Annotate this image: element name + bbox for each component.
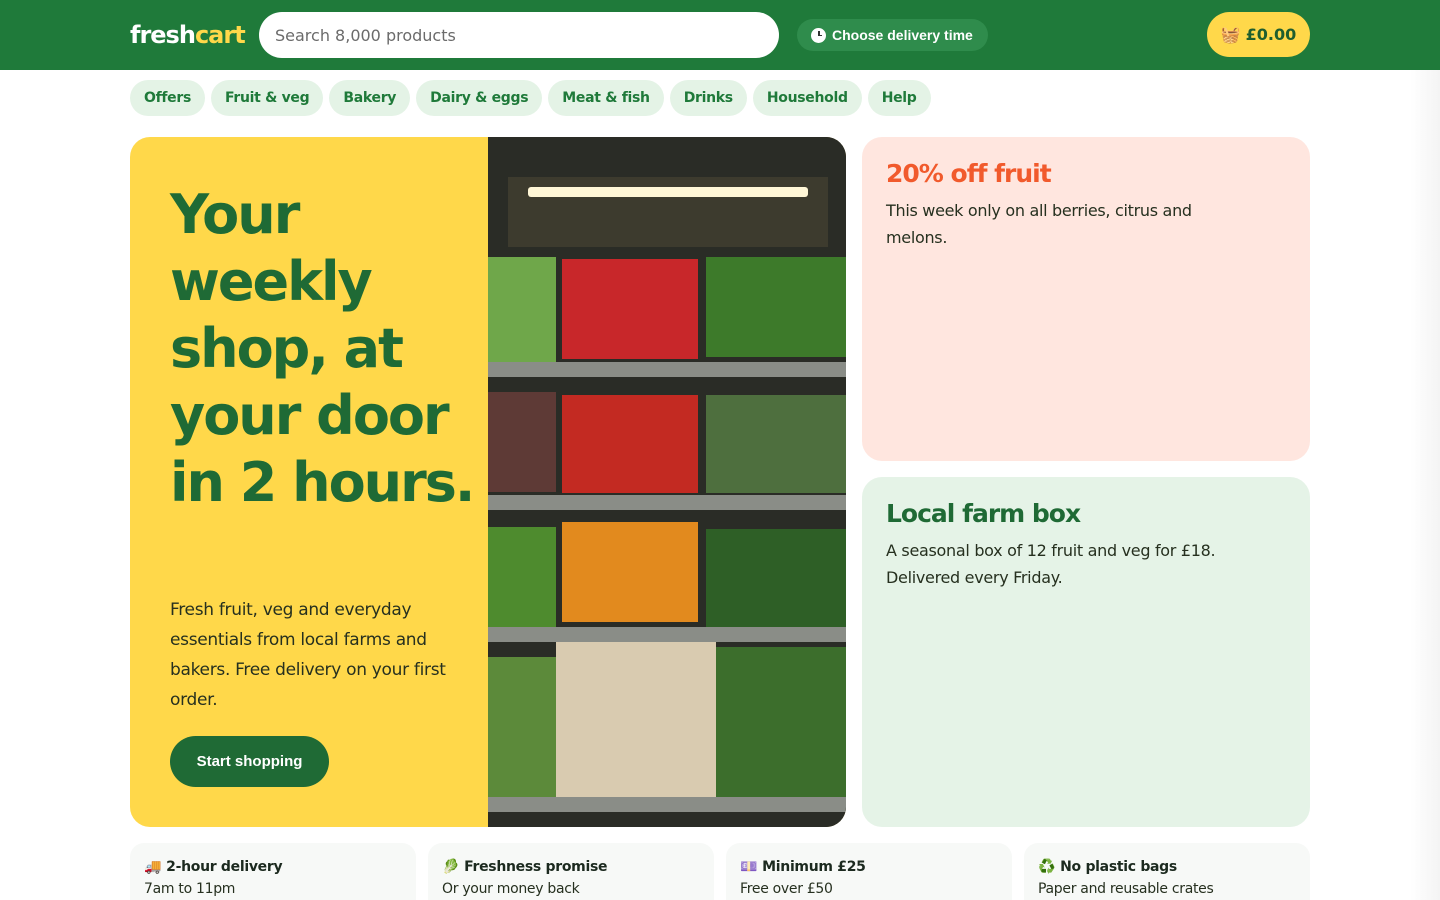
- leaf-icon: 🥬: [442, 859, 460, 875]
- category-nav: Offers Fruit & veg Bakery Dairy & eggs M…: [130, 80, 931, 116]
- nav-meat-fish[interactable]: Meat & fish: [548, 80, 664, 116]
- feature-delivery: 🚚 2-hour delivery 7am to 11pm: [130, 843, 416, 900]
- feature-freshness-sub: Or your money back: [442, 881, 580, 897]
- feature-no-plastic-sub: Paper and reusable crates: [1038, 881, 1214, 897]
- cart-button[interactable]: 🧺 £0.00: [1207, 12, 1310, 57]
- start-shopping-button[interactable]: Start shopping: [170, 736, 329, 787]
- feature-delivery-title: 2-hour delivery: [166, 859, 283, 875]
- feature-delivery-sub: 7am to 11pm: [144, 881, 236, 897]
- recycle-icon: ♻️: [1038, 859, 1056, 875]
- nav-help[interactable]: Help: [867, 80, 931, 116]
- feature-no-plastic: ♻️ No plastic bags Paper and reusable cra…: [1024, 843, 1310, 900]
- nav-fruit-veg[interactable]: Fruit & veg: [211, 80, 324, 116]
- feature-freshness-title: Freshness promise: [464, 859, 608, 875]
- hero-produce-image: [488, 137, 846, 827]
- nav-drinks[interactable]: Drinks: [669, 80, 747, 116]
- logo[interactable]: freshcart: [130, 20, 246, 50]
- cart-total: £0.00: [1245, 25, 1297, 44]
- feature-no-plastic-title: No plastic bags: [1060, 859, 1177, 875]
- hero-banner: Your weekly shop, at your door in 2 hour…: [130, 137, 846, 827]
- promo-farm-box-card[interactable]: Local farm box A seasonal box of 12 frui…: [862, 477, 1310, 827]
- delivery-time-label: Choose delivery time: [832, 27, 973, 43]
- feature-minimum-sub: Free over £50: [740, 881, 833, 897]
- money-icon: 💷: [740, 859, 758, 875]
- hero-description: Fresh fruit, veg and everyday essentials…: [170, 600, 446, 710]
- hero-content: Your weekly shop, at your door in 2 hour…: [130, 137, 488, 827]
- page-edge-shadow: [1410, 70, 1440, 900]
- nav-dairy-eggs[interactable]: Dairy & eggs: [416, 80, 543, 116]
- top-bar: freshcart Choose delivery time 🧺 £0.00: [0, 0, 1440, 70]
- nav-offers[interactable]: Offers: [130, 80, 206, 116]
- logo-cart: cart: [194, 21, 246, 49]
- logo-fresh: fresh: [130, 21, 196, 49]
- promo-fruit-text: This week only on all berries, citrus an…: [886, 201, 1192, 247]
- feature-freshness: 🥬 Freshness promise Or your money back: [428, 843, 714, 900]
- clock-icon: [811, 27, 826, 43]
- nav-bakery[interactable]: Bakery: [329, 80, 411, 116]
- promo-fruit-card[interactable]: 20% off fruit This week only on all berr…: [862, 137, 1310, 461]
- promo-fruit-title: 20% off fruit: [886, 159, 1052, 188]
- delivery-time-button[interactable]: Choose delivery time: [797, 19, 988, 51]
- promo-farm-box-text: A seasonal box of 12 fruit and veg for £…: [886, 541, 1216, 587]
- hero-title: Your weekly shop, at your door in 2 hour…: [170, 183, 475, 514]
- search-input[interactable]: [259, 12, 779, 58]
- feature-minimum: 💷 Minimum £25 Free over £50: [726, 843, 1012, 900]
- truck-icon: 🚚: [144, 859, 162, 875]
- nav-household[interactable]: Household: [752, 80, 862, 116]
- promo-farm-box-title: Local farm box: [886, 499, 1081, 528]
- basket-icon: 🧺: [1220, 25, 1241, 44]
- feature-minimum-title: Minimum £25: [762, 859, 866, 875]
